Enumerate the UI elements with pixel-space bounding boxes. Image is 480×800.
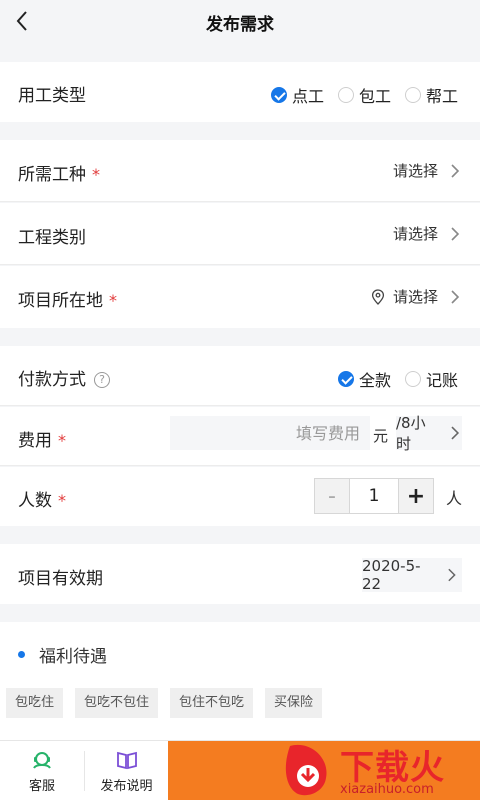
validity-row: 项目有效期 2020-5-22 xyxy=(0,544,480,604)
location-picker[interactable]: 请选择 xyxy=(371,286,462,307)
welfare-title: 福利待遇 xyxy=(18,642,107,667)
chevron-right-icon xyxy=(451,289,460,304)
project-category-picker[interactable]: 请选择 xyxy=(393,223,462,244)
headcount-row: 人数 * - 1 + 人 xyxy=(0,467,480,526)
divider xyxy=(0,405,480,406)
trade-row[interactable]: 所需工种 * 请选择 xyxy=(0,140,480,202)
validity-label: 项目有效期 xyxy=(18,569,103,589)
welfare-tag[interactable]: 包住不包吃 xyxy=(170,688,254,718)
radio-checked-icon xyxy=(337,371,354,387)
work-type-option-banggong[interactable]: 帮工 xyxy=(404,83,458,107)
required-mark: * xyxy=(92,165,100,184)
increment-button[interactable]: + xyxy=(399,479,433,513)
payment-option-credit[interactable]: 记账 xyxy=(404,367,458,391)
watermark-url: xiazaihuo.com xyxy=(340,782,434,797)
fee-input[interactable] xyxy=(170,416,370,450)
radio-unchecked-icon xyxy=(404,87,421,103)
payment-row: 付款方式? 全款 记账 xyxy=(0,346,480,406)
header: 发布需求 xyxy=(0,0,480,44)
required-mark: * xyxy=(109,291,117,310)
decrement-button[interactable]: - xyxy=(315,479,349,513)
project-category-row[interactable]: 工程类别 请选择 xyxy=(0,203,480,265)
welfare-tag[interactable]: 包吃不包住 xyxy=(75,688,159,718)
work-type-row: 用工类型 点工 包工 帮工 xyxy=(0,62,480,122)
fee-row: 费用* 元 /8小时 xyxy=(0,407,480,466)
headset-icon xyxy=(33,751,51,769)
work-type-options: 点工 包工 帮工 xyxy=(257,83,458,107)
radio-checked-icon xyxy=(270,87,287,103)
welfare-tags: 包吃住 包吃不包住 包住不包吃 买保险 xyxy=(6,688,334,718)
welfare-tag[interactable]: 包吃住 xyxy=(6,688,64,718)
page-title: 发布需求 xyxy=(206,15,274,35)
headcount-stepper: - 1 + xyxy=(314,478,434,514)
work-type-option-diangong[interactable]: 点工 xyxy=(270,83,324,107)
divider xyxy=(0,465,480,466)
fee-period-picker[interactable]: /8小时 xyxy=(396,414,462,453)
work-type-option-baogong[interactable]: 包工 xyxy=(337,83,391,107)
help-icon[interactable]: ? xyxy=(94,372,110,388)
book-icon xyxy=(116,751,137,769)
location-row[interactable]: 项目所在地 * 请选择 xyxy=(0,266,480,328)
welfare-section xyxy=(0,622,480,740)
project-category-label: 工程类别 xyxy=(18,228,86,248)
bullet-dot-icon xyxy=(18,651,25,658)
payment-label: 付款方式? xyxy=(18,365,110,390)
chevron-right-icon xyxy=(451,226,460,241)
required-mark: * xyxy=(58,491,66,510)
divider xyxy=(0,264,480,265)
divider xyxy=(0,201,480,202)
payment-options: 全款 记账 xyxy=(324,367,458,391)
chevron-right-icon xyxy=(451,163,460,178)
location-label: 项目所在地 * xyxy=(18,291,117,311)
welfare-tag[interactable]: 买保险 xyxy=(265,688,323,718)
radio-unchecked-icon xyxy=(404,371,421,387)
chevron-right-icon xyxy=(447,568,456,582)
validity-date-picker[interactable]: 2020-5-22 xyxy=(362,557,462,593)
publish-guide-button[interactable]: 发布说明 xyxy=(85,741,168,800)
payment-option-full[interactable]: 全款 xyxy=(337,367,391,391)
radio-unchecked-icon xyxy=(337,87,354,103)
required-mark: * xyxy=(58,431,66,450)
fee-unit: 元 xyxy=(373,427,389,445)
trade-label: 所需工种 * xyxy=(18,165,100,185)
customer-service-button[interactable]: 客服 xyxy=(0,741,84,800)
headcount-value[interactable]: 1 xyxy=(349,479,399,513)
fee-label: 费用 * xyxy=(18,431,66,451)
work-type-label: 用工类型 xyxy=(18,86,86,106)
location-pin-icon xyxy=(371,288,385,305)
headcount-label: 人数 * xyxy=(18,491,66,511)
chevron-right-icon xyxy=(451,426,460,440)
headcount-unit: 人 xyxy=(446,489,463,508)
trade-picker[interactable]: 请选择 xyxy=(393,160,462,181)
